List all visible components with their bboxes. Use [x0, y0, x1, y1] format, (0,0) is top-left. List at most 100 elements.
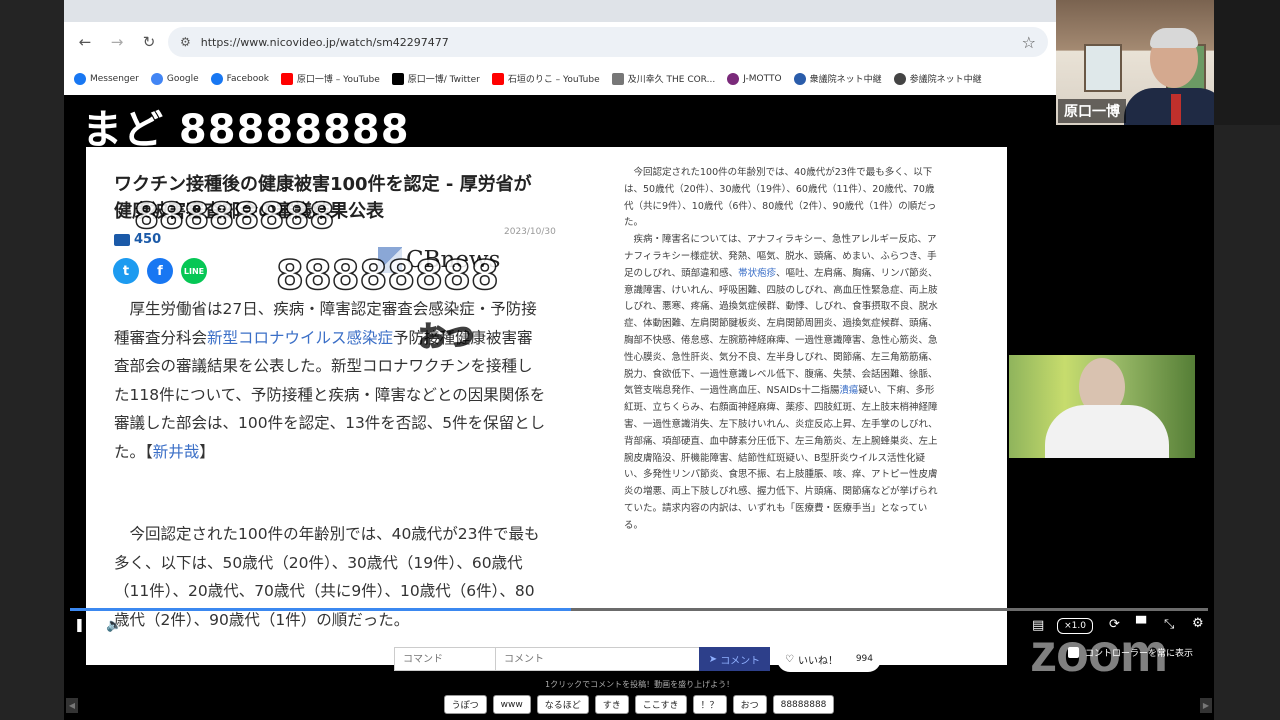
article-right-column: 今回認定された100件の年齢別では、40歳代が23件で最も多く、以下は、50歳代…	[624, 165, 939, 535]
participant-body	[1045, 405, 1169, 458]
youtube-icon	[491, 72, 504, 85]
send-label: コメント	[720, 655, 761, 667]
speaker-hair	[1150, 28, 1198, 48]
google-icon	[150, 72, 163, 85]
bookmark-item[interactable]: Messenger	[74, 72, 139, 85]
shared-browser-window: ← → ↻ ⚙ https://www.nicovideo.jp/watch/s…	[64, 0, 1056, 95]
heart-icon: ♡	[785, 653, 794, 665]
quick-comment-bar: うぽつ www なるほど すき ここすき ！？ おつ 88888888	[64, 695, 1214, 717]
seek-progress	[70, 608, 571, 611]
command-input[interactable]	[395, 648, 496, 670]
right-col-para-2: 疾病・障害名については、アナフィラキシー、急性アレルギー反応、アナフィラキシー様…	[624, 232, 939, 534]
bookmark-item[interactable]: Facebook	[210, 72, 269, 85]
twitter-icon: t	[113, 258, 139, 284]
right-col-link: 帯状疱疹	[738, 267, 777, 279]
article-paragraph-1: 厚生労働省は27日、疾病・障害認定審査会感染症・予防接種審査分科会新型コロナウイ…	[114, 295, 546, 466]
shugiin-icon	[793, 72, 806, 85]
left-gutter	[0, 0, 64, 720]
bookmark-item[interactable]: J-MOTTO	[727, 72, 782, 85]
bookmark-item[interactable]: 参議院ネット中継	[893, 72, 982, 85]
always-show-label: コントローラーを常に表示	[1085, 649, 1194, 659]
seek-bar[interactable]	[70, 608, 1208, 611]
bookmark-item[interactable]: Google	[150, 72, 199, 85]
quick-comment-button[interactable]: 88888888	[772, 695, 835, 714]
settings-gear-icon[interactable]: ⚙	[1192, 616, 1204, 631]
like-label: いいね！	[797, 655, 838, 667]
overlay-comment: 88888888	[275, 252, 499, 300]
right-col-para-1: 今回認定された100件の年齢別では、40歳代が23件で最も多く、以下は、50歳代…	[624, 167, 937, 229]
quick-comment-button[interactable]: うぽつ	[443, 695, 487, 714]
bookmark-label: Facebook	[226, 73, 269, 84]
right-gutter	[1214, 125, 1280, 720]
rewind-icon[interactable]: ↺	[580, 617, 591, 632]
quick-comment-button[interactable]: なるほど	[536, 695, 589, 714]
like-count: 994	[855, 654, 873, 664]
comment-hint: 1クリックでコメントを投稿！動画を盛り上げよう！	[545, 680, 735, 689]
forward-icon[interactable]: →	[104, 29, 130, 55]
quick-comment-button[interactable]: ！？	[692, 695, 727, 714]
bookmark-item[interactable]: 石垣のりこ – YouTube	[491, 72, 600, 85]
bookmark-label: 及川幸久 THE COR...	[627, 75, 716, 85]
bookmark-label: 原口一博 – YouTube	[296, 75, 380, 85]
bookmark-item[interactable]: 及川幸久 THE COR...	[611, 72, 716, 85]
send-comment-button[interactable]: ➤ コメント	[699, 647, 770, 671]
right-col-text-c: 、嘔吐、左肩痛、胸痛、リンパ節炎、意識障害、けいれん、呼吸困難、四肢のしびれ、高…	[624, 267, 938, 397]
browser-tab-strip[interactable]	[64, 0, 1056, 22]
paragraph-1-text-b: 予防接種健康被害審査部会の審議結果を公表した。新型コロナワクチンを接種した118…	[114, 328, 546, 461]
skip-back-icon[interactable]: ⏮	[554, 618, 566, 633]
bookmark-label: Messenger	[90, 73, 139, 84]
quick-comment-button[interactable]: すき	[594, 695, 629, 714]
site-info-icon[interactable]: ⚙	[180, 35, 191, 49]
facebook-icon: f	[147, 258, 173, 284]
bookmark-item[interactable]: 衆議院ネット中継	[793, 72, 882, 85]
overlay-comment: 88888888	[133, 195, 335, 238]
comment-bubble-icon	[114, 233, 130, 246]
bookmark-label: Google	[166, 73, 199, 84]
zoom-window: ← → ↻ ⚙ https://www.nicovideo.jp/watch/s…	[0, 0, 1280, 720]
article-frame: ワクチン接種後の健康被害100件を認定 - 厚労省が健康被害審査部会の審議結果公…	[86, 147, 1007, 665]
checkbox-icon[interactable]	[1068, 647, 1079, 658]
bookmark-label: 参議院ネット中継	[909, 75, 982, 85]
paragraph-1-text-c: 】	[199, 442, 215, 461]
facebook-icon	[210, 72, 223, 85]
bookmarks-bar: Messenger Google Facebook 原口一博 – YouTube 原口一…	[64, 62, 1056, 95]
jmotto-icon	[727, 72, 740, 85]
bookmark-star-icon[interactable]: ☆	[1022, 33, 1036, 52]
line-icon: LINE	[181, 258, 207, 284]
right-col-link-2: 潰瘍	[839, 385, 859, 397]
send-arrow-icon: ➤	[708, 653, 718, 665]
globe-icon	[893, 72, 906, 85]
reload-icon[interactable]: ↻	[136, 29, 162, 55]
quick-comment-button[interactable]: www	[492, 695, 531, 714]
social-share-buttons: t f LINE	[113, 258, 207, 284]
background-window	[1084, 44, 1122, 92]
article-date: 2023/10/30	[504, 227, 556, 237]
scroll-right-icon[interactable]: ▶	[1200, 698, 1212, 713]
pause-icon[interactable]: ❚❚	[74, 618, 96, 633]
participant-video-thumbnail[interactable]	[1009, 355, 1195, 458]
right-col-text-d: 疑い、下痢、多形紅斑、立ちくらみ、右顔面神経麻痺、薬疹、四肢紅斑、左上肢末梢神経…	[624, 385, 938, 531]
bookmark-label: J-MOTTO	[743, 73, 782, 84]
messenger-icon	[74, 72, 86, 85]
x-icon	[391, 72, 404, 85]
address-bar[interactable]: ⚙ https://www.nicovideo.jp/watch/sm42297…	[168, 27, 1048, 57]
speaker-name-tag: 原口一博	[1058, 99, 1126, 123]
covid-link: 新型コロナウイルス感染症	[207, 328, 394, 347]
bookmark-label: 石垣のりこ – YouTube	[507, 75, 600, 85]
page-icon	[611, 72, 624, 85]
speaker-suit	[1124, 88, 1214, 125]
address-row: ← → ↻ ⚙ https://www.nicovideo.jp/watch/s…	[64, 22, 1056, 62]
like-button[interactable]: ♡ いいね！ 994	[777, 646, 881, 672]
always-show-controls-toggle[interactable]: コントローラーを常に表示	[1068, 646, 1193, 659]
volume-icon[interactable]: 🔈	[106, 618, 122, 633]
back-icon[interactable]: ←	[72, 29, 98, 55]
quick-comment-button[interactable]: ここすき	[634, 695, 687, 714]
url-text: https://www.nicovideo.jp/watch/sm4229747…	[200, 35, 449, 49]
bookmark-item[interactable]: 原口一博/ Twitter	[391, 72, 480, 85]
overlay-comment: おつ	[417, 319, 475, 354]
bookmark-label: 衆議院ネット中継	[809, 75, 882, 85]
bookmark-item[interactable]: 原口一博 – YouTube	[280, 72, 380, 85]
youtube-icon	[280, 72, 293, 85]
quick-comment-button[interactable]: おつ	[732, 695, 767, 714]
author-link: 新井哉	[152, 442, 200, 461]
